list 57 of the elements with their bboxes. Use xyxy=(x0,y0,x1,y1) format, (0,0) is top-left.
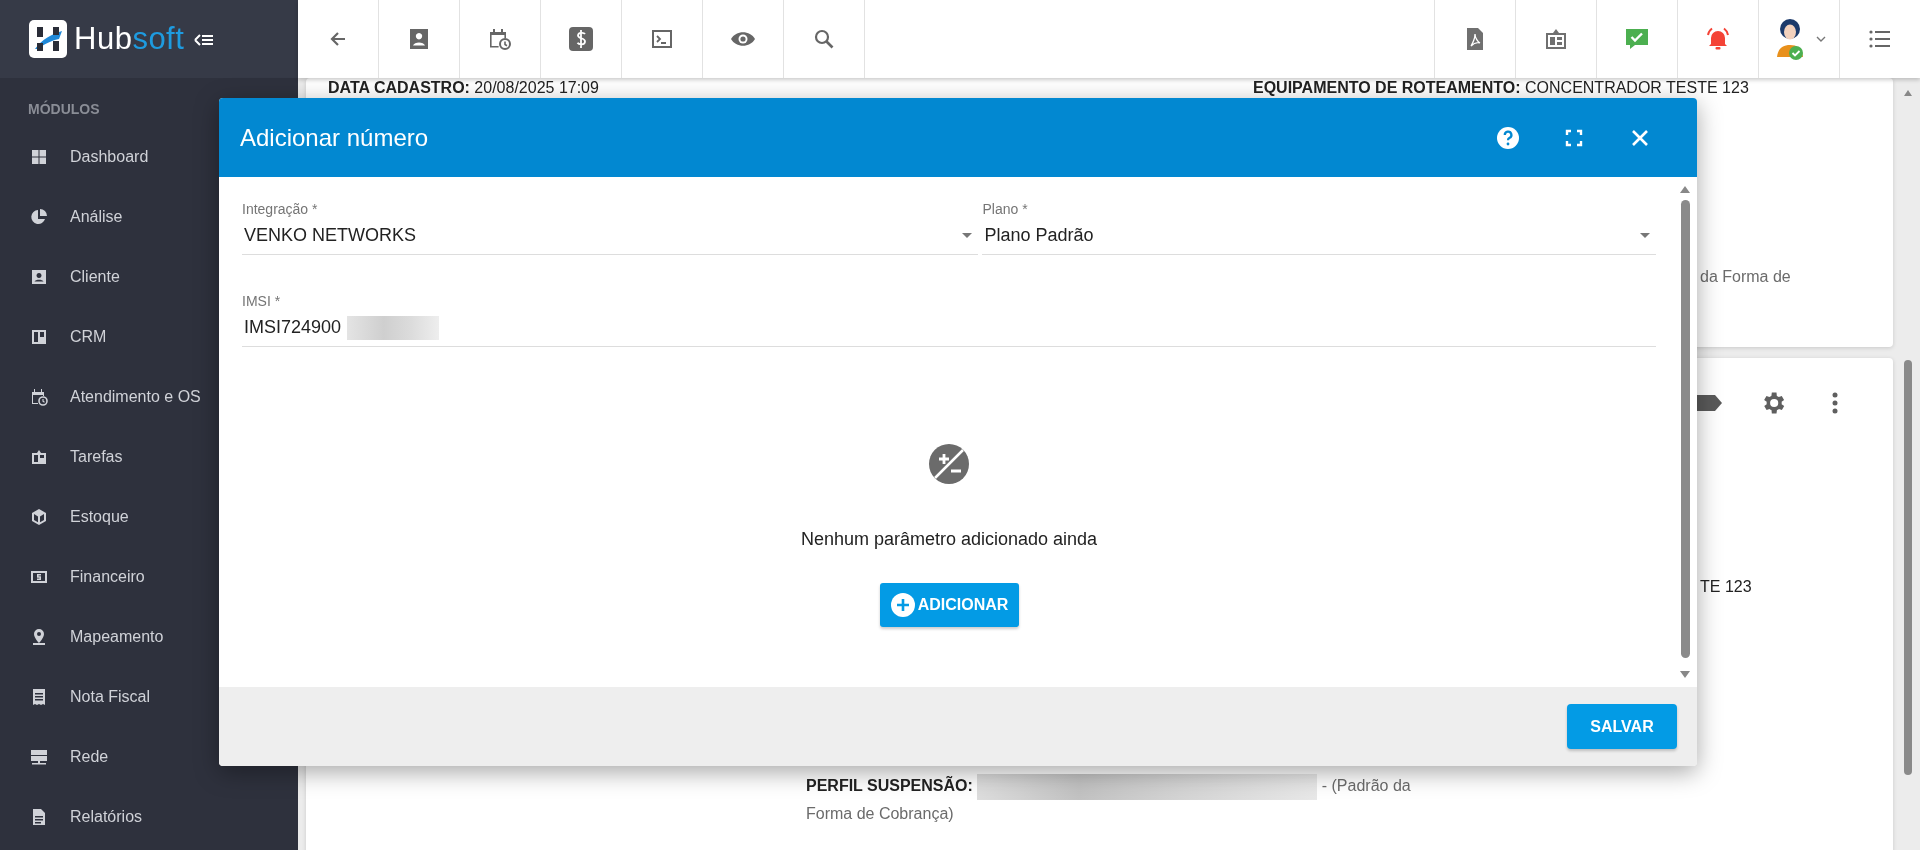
input-field[interactable]: IMSI724900 xyxy=(242,314,347,341)
toolbar-button[interactable] xyxy=(541,0,622,78)
more-options-icon[interactable] xyxy=(1831,390,1839,416)
sidebar-item[interactable]: Estoque xyxy=(0,487,298,547)
bell-icon xyxy=(1705,26,1731,52)
caret-icon xyxy=(1816,36,1826,42)
select-field[interactable]: Plano Padrão xyxy=(982,217,1656,255)
section-title: MÓDULOS xyxy=(27,99,101,119)
field-label: Integração * xyxy=(242,200,319,217)
receipt-icon xyxy=(30,688,48,706)
sidebar-item[interactable]: Mapeamento xyxy=(0,607,298,667)
sidebar-item[interactable]: Rede xyxy=(0,727,298,787)
calendar-clock-icon xyxy=(487,26,513,52)
detail-text: TE 123 xyxy=(1700,577,1752,597)
location-pin-icon xyxy=(30,628,48,646)
plus-icon xyxy=(889,592,916,618)
document-icon xyxy=(30,808,48,826)
grid-icon xyxy=(30,148,48,166)
sidebar-item[interactable]: Atendimento e OS xyxy=(0,367,298,427)
logo-icon xyxy=(28,19,68,59)
dialog-title: Adicionar número xyxy=(240,122,430,153)
server-icon xyxy=(30,748,48,766)
toolbar-button[interactable] xyxy=(1596,0,1677,78)
logo-text: Hubsoft xyxy=(74,19,185,58)
user-menu-button[interactable] xyxy=(1758,0,1839,78)
empty-state-message: Nenhum parâmetro adicionado ainda xyxy=(800,528,1098,551)
sidebar-item[interactable]: Relatórios xyxy=(0,787,298,847)
detail-text: PERFIL SUSPENSÃO: - (Padrão da Forma de Cobrança) xyxy=(806,772,1426,828)
detail-text: DATA CADASTRO: 20/08/2025 17:09 xyxy=(328,79,600,97)
detail-text: da Forma de xyxy=(1700,267,1791,287)
briefcase-icon xyxy=(30,448,48,466)
help-icon xyxy=(1496,125,1520,150)
toolbar-button[interactable] xyxy=(1677,0,1758,78)
dollar-icon xyxy=(568,26,594,52)
box-icon xyxy=(30,508,48,526)
banknote-icon xyxy=(30,568,48,586)
toolbar-button[interactable] xyxy=(460,0,541,78)
plus-minus-icon xyxy=(927,442,971,486)
board-icon xyxy=(30,328,48,346)
toolbar-button[interactable] xyxy=(622,0,703,78)
toolbar-button[interactable] xyxy=(1434,0,1515,78)
sidebar-item[interactable]: Tarefas xyxy=(0,427,298,487)
field-label: Plano * xyxy=(982,200,1029,217)
pie-chart-icon xyxy=(30,208,48,226)
sidebar-item[interactable]: Financeiro xyxy=(0,547,298,607)
caret-icon xyxy=(1640,233,1650,238)
select-field[interactable]: VENKO NETWORKS xyxy=(242,217,979,255)
toolbar-button[interactable] xyxy=(1515,0,1596,78)
calendar-clock-icon xyxy=(30,388,48,406)
sidebar-item[interactable]: Nota Fiscal xyxy=(0,667,298,727)
contact-card-icon xyxy=(30,268,48,286)
chat-check-icon xyxy=(1624,26,1650,52)
field-label: IMSI * xyxy=(242,292,282,309)
toolbar-button[interactable] xyxy=(703,0,784,78)
caret-icon xyxy=(962,233,973,238)
toolbar-button[interactable] xyxy=(379,0,460,78)
detail-text: EQUIPAMENTO DE ROTEAMENTO: CONCENTRADOR TESTE 123 xyxy=(1253,79,1749,97)
